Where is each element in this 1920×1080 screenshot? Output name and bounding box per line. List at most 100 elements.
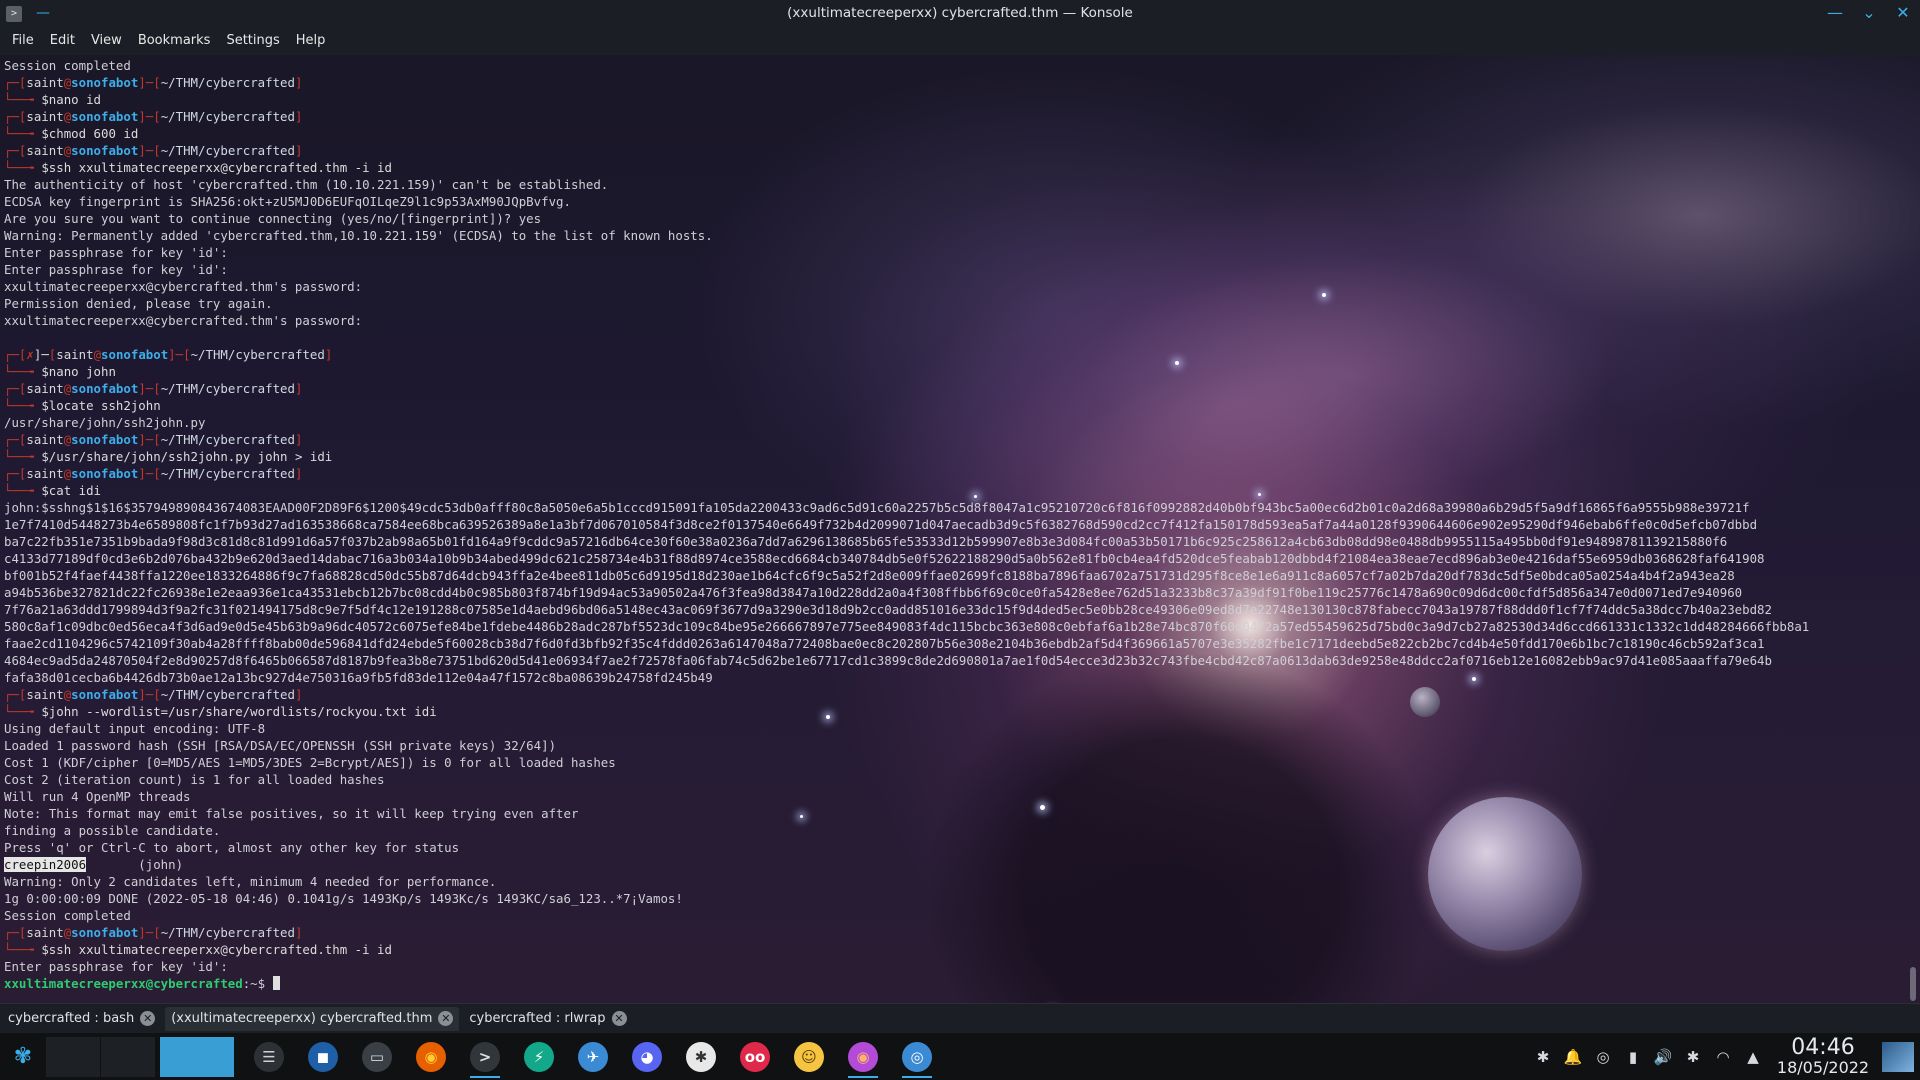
maximize-button[interactable]: ⌄	[1860, 3, 1878, 23]
menu-edit[interactable]: Edit	[42, 27, 83, 55]
virtual-desktop-1[interactable]	[46, 1036, 100, 1077]
clipboard-icon[interactable]: ▮	[1618, 1048, 1648, 1066]
close-button[interactable]: ✕	[1894, 3, 1912, 23]
prompt-host: sonofabot	[71, 432, 139, 447]
output-text: ECDSA key fingerprint is SHA256:okt+zU5M…	[4, 194, 571, 209]
prompt-frame: └──╼	[4, 92, 42, 107]
expand-tray-icon[interactable]: ▲	[1738, 1048, 1768, 1066]
terminal-line: Session completed	[4, 907, 1900, 924]
flickr-app-button[interactable]: oo	[728, 1033, 782, 1080]
paw-app-button[interactable]: ✈	[566, 1033, 620, 1080]
terminal-line: └──╼ $cat idi	[4, 482, 1900, 499]
command-text: $ssh xxultimatecreeperxx@cybercrafted.th…	[41, 160, 392, 175]
prompt-frame: ]─[	[138, 109, 161, 124]
prompt-host: sonofabot	[71, 143, 139, 158]
prompt-user: saint	[26, 466, 64, 481]
prompt-frame: ]─[	[138, 75, 161, 90]
terminal-view[interactable]: Session completed ┌─[saint@sonofabot]─[~/…	[0, 55, 1920, 1003]
firefox-app-button[interactable]: ◉	[404, 1033, 458, 1080]
tab-label: (xxultimatecreeperxx) cybercrafted.thm	[171, 1011, 433, 1026]
terminal-line: a94b536be327821dc22fc26938e1e2eaa936e1ca…	[4, 584, 1900, 601]
vpn-icon[interactable]: ◎	[1588, 1048, 1618, 1066]
application-launcher-icon[interactable]: ✾	[0, 1033, 46, 1080]
settings-app-button[interactable]: ☰	[242, 1033, 296, 1080]
virtual-desktop-3[interactable]	[160, 1036, 234, 1077]
prompt-frame: ]	[294, 381, 303, 396]
discord-app-button[interactable]: ◕	[620, 1033, 674, 1080]
prompt-frame: ┌─	[4, 75, 19, 90]
clock-time: 04:46	[1791, 1034, 1855, 1060]
konsole-app-icon: >	[470, 1041, 500, 1072]
minimize-button[interactable]: —	[1826, 3, 1844, 23]
terminal-line: Using default input encoding: UTF-8	[4, 720, 1900, 737]
prompt-frame: ]	[294, 925, 303, 940]
taskbar: ✾ ☰ ◼ ▭ ◉ > ⚡ ✈ ◕ ✱ oo ☺ ◉ ◎ ✱ 🔔 ◎ ▮ 🔊 ✱ ◠ ▲ 04:46 18/05/20…	[0, 1033, 1920, 1080]
prompt-frame: ]─[	[138, 143, 161, 158]
bluetooth-icon[interactable]: ✱	[1528, 1048, 1558, 1066]
menu-file[interactable]: File	[4, 27, 42, 55]
active-indicator	[848, 1076, 878, 1078]
prompt-user-host: xxultimatecreeperxx@cybercrafted	[4, 976, 243, 991]
clock-date: 18/05/2022	[1776, 1057, 1870, 1077]
network-icon[interactable]: ◠	[1708, 1048, 1738, 1066]
output-text: xxultimatecreeperxx@cybercrafted.thm's p…	[4, 313, 363, 328]
burp-app-button[interactable]: ✱	[674, 1033, 728, 1080]
menu-view[interactable]: View	[83, 27, 130, 55]
virtual-desktop-2[interactable]	[101, 1036, 155, 1077]
menu-bar: File Edit View Bookmarks Settings Help	[0, 27, 1920, 55]
tab-cybercrafted-thm[interactable]: (xxultimatecreeperxx) cybercrafted.thm ✕	[165, 1006, 460, 1031]
prompt-user: saint	[26, 143, 64, 158]
firefox-dev-app-icon: ◉	[848, 1041, 878, 1072]
output-text: (john)	[86, 857, 184, 872]
store-app-button[interactable]: ◼	[296, 1033, 350, 1080]
prompt-user: saint	[26, 381, 64, 396]
menu-bookmarks[interactable]: Bookmarks	[130, 27, 219, 55]
output-text: Note: This format may emit false positiv…	[4, 806, 579, 821]
terminal-output[interactable]: Session completed ┌─[saint@sonofabot]─[~/…	[4, 57, 1900, 992]
chromium-app-button[interactable]: ◎	[890, 1033, 944, 1080]
close-tab-icon[interactable]: ✕	[611, 1011, 627, 1026]
terminal-line: 4684ec9ad5da24870504f2e8d90257d8f6465b06…	[4, 652, 1900, 669]
close-tab-icon[interactable]: ✕	[140, 1011, 156, 1026]
flickr-app-icon: oo	[740, 1041, 770, 1072]
terminal-line: Warning: Permanently added 'cybercrafted…	[4, 227, 1900, 244]
prompt-host: sonofabot	[71, 75, 139, 90]
volume-icon[interactable]: 🔊	[1648, 1048, 1678, 1066]
terminal-line: └──╼ $nano john	[4, 363, 1900, 380]
terminal-line: ┌─[saint@sonofabot]─[~/THM/cybercrafted]	[4, 74, 1900, 91]
prompt-user: saint	[26, 432, 64, 447]
terminal-line: ┌─[✗]─[saint@sonofabot]─[~/THM/cybercraf…	[4, 346, 1900, 363]
output-text: Enter passphrase for key 'id':	[4, 262, 228, 277]
terminal-line: └──╼ $john --wordlist=/usr/share/wordlis…	[4, 703, 1900, 720]
bluetooth-status-icon[interactable]: ✱	[1678, 1048, 1708, 1066]
konsole-app-button[interactable]: >	[458, 1033, 512, 1080]
bolt-app-button[interactable]: ⚡	[512, 1033, 566, 1080]
output-text: 1e7f7410d5448273b4e6589808fc1f7b93d27ad1…	[4, 517, 1758, 532]
menu-help[interactable]: Help	[288, 27, 334, 55]
terminal-line: faae2cd1104296c5742109f30ab4a28ffff8bab0…	[4, 635, 1900, 652]
konsole-app-icon[interactable]: >	[6, 5, 22, 22]
close-tab-icon[interactable]: ✕	[438, 1011, 454, 1026]
prompt-user: saint	[26, 925, 64, 940]
command-text: $nano id	[41, 92, 101, 107]
prompt-host: sonofabot	[71, 925, 139, 940]
terminal-scrollbar[interactable]	[1910, 967, 1916, 1001]
tab-cybercrafted-bash[interactable]: cybercrafted : bash ✕	[2, 1007, 161, 1031]
prompt-host: sonofabot	[71, 687, 139, 702]
output-text: 7f76a21a63ddd1799894d3f9a2fc31f021494175…	[4, 602, 1772, 617]
firefox-dev-app-button[interactable]: ◉	[836, 1033, 890, 1080]
command-text: $locate ssh2john	[41, 398, 161, 413]
tab-cybercrafted-rlwrap[interactable]: cybercrafted : rlwrap ✕	[463, 1007, 632, 1031]
prompt-path: ~/THM/cybercrafted	[160, 925, 295, 940]
notifications-icon[interactable]: 🔔	[1558, 1048, 1588, 1066]
emoji-app-icon: ☺	[794, 1041, 824, 1072]
show-desktop-button[interactable]	[1882, 1041, 1914, 1072]
keep-above-icon[interactable]: —	[36, 6, 52, 22]
files-app-button[interactable]: ▭	[350, 1033, 404, 1080]
prompt-path: ~/THM/cybercrafted	[160, 432, 295, 447]
prompt-frame: ]─	[33, 347, 49, 362]
digital-clock[interactable]: 04:46 18/05/2022	[1768, 1034, 1878, 1077]
emoji-app-button[interactable]: ☺	[782, 1033, 836, 1080]
menu-settings[interactable]: Settings	[218, 27, 287, 55]
prompt-frame: ]	[294, 75, 303, 90]
